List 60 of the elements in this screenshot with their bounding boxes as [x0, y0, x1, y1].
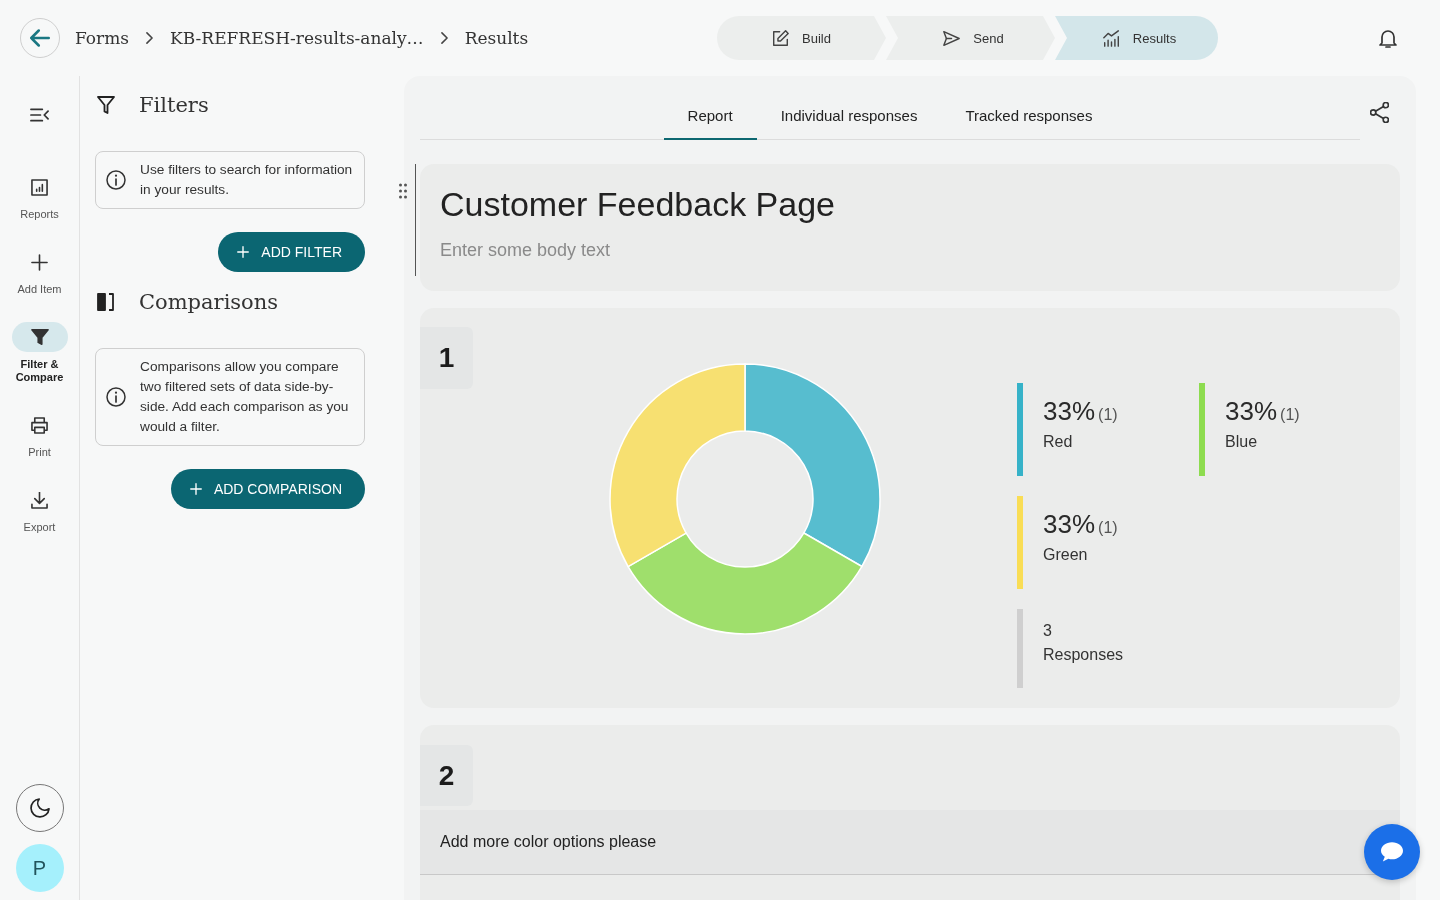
rail-item[interactable]: Print — [3, 410, 76, 459]
info-text: Comparisons allow you compare two filtered sets of data side-by-side. Add each comparison as you would a filter. — [140, 358, 350, 436]
section-title: Filters — [139, 93, 209, 117]
rail-item[interactable]: Reports — [3, 172, 76, 221]
legend-label: Green — [1043, 545, 1088, 565]
report-chart-icon — [31, 178, 48, 196]
breadcrumb-link[interactable]: KB-REFRESH-results-analy… — [170, 28, 424, 48]
rail-item[interactable]: Export — [3, 485, 76, 534]
legend-count: (1) — [1098, 406, 1118, 424]
add-button[interactable]: ADD COMPARISON — [170, 469, 365, 509]
add-button[interactable]: ADD FILTER — [218, 232, 365, 272]
breadcrumb-link[interactable]: Forms — [75, 28, 130, 48]
plus-icon — [31, 253, 48, 271]
body-text-field[interactable]: Enter some body text — [440, 237, 860, 263]
plus-icon — [237, 246, 250, 258]
funnel-icon — [97, 96, 115, 114]
question-number: 2 — [420, 745, 473, 806]
step-tab[interactable]: Send — [886, 16, 1055, 60]
split-square-icon — [97, 293, 115, 311]
info-icon — [106, 170, 126, 190]
drag-handle-icon[interactable] — [399, 183, 407, 199]
bell-icon[interactable] — [1379, 28, 1397, 48]
legend-percent: 33% — [1225, 396, 1278, 426]
page-title: Customer Feedback Page — [440, 184, 836, 225]
response-row: Add more color options please — [420, 810, 1400, 875]
info-icon — [106, 387, 126, 407]
legend-percent: 33% — [1043, 509, 1096, 539]
tab[interactable]: Tracked responses — [941, 92, 1117, 140]
edit-icon — [772, 29, 790, 47]
response-count: 3 — [1043, 621, 1052, 641]
download-icon — [31, 491, 48, 509]
chevron-right-icon — [440, 32, 448, 44]
menu-collapse-icon[interactable] — [30, 108, 49, 122]
funnel-icon — [11, 322, 68, 352]
avatar[interactable]: P — [15, 844, 64, 892]
rail-item[interactable]: Add Item — [3, 247, 76, 296]
section-title: Comparisons — [139, 290, 279, 314]
tab[interactable]: Individual responses — [756, 92, 942, 140]
plus-icon — [189, 483, 202, 495]
question-number: 1 — [420, 327, 473, 389]
rail-item[interactable]: Filter & Compare — [3, 322, 76, 384]
chat-bubble-icon — [1381, 842, 1403, 862]
share-icon[interactable] — [1370, 101, 1389, 123]
info-text: Use filters to search for information in your results. — [140, 161, 354, 199]
step-tab[interactable]: Build — [717, 16, 886, 60]
paper-plane-icon — [943, 29, 961, 47]
moon-icon — [29, 798, 50, 818]
step-tab[interactable]: Results — [1055, 16, 1218, 60]
printer-icon — [31, 416, 48, 434]
legend-label: Red — [1043, 432, 1073, 452]
legend-label: Blue — [1225, 432, 1258, 452]
legend-count: (1) — [1098, 519, 1118, 537]
bar-chart-icon — [1102, 29, 1120, 47]
tab[interactable]: Report — [663, 92, 757, 140]
legend-count: (1) — [1280, 406, 1300, 424]
chevron-right-icon — [146, 32, 154, 44]
legend-percent: 33% — [1043, 396, 1096, 426]
arrow-left-icon — [30, 28, 50, 48]
responses-label: Responses — [1043, 645, 1124, 665]
breadcrumb-current: Results — [464, 28, 529, 48]
